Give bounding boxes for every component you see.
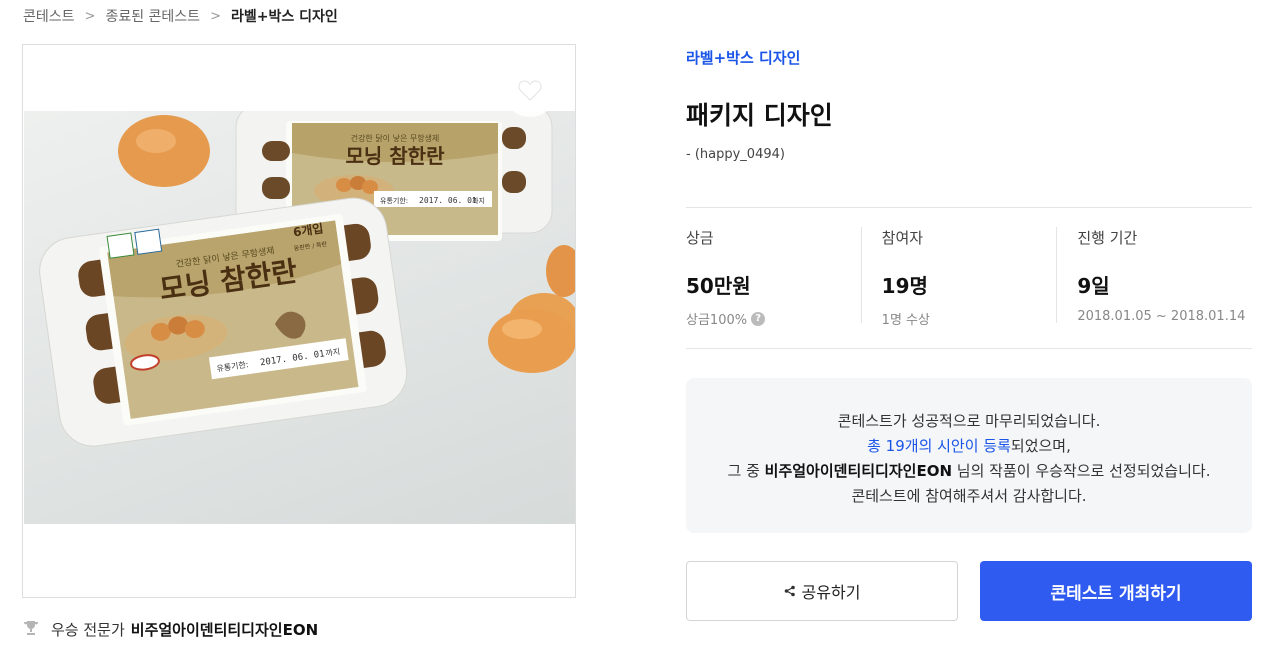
host-contest-button[interactable]: 콘테스트 개최하기 (980, 561, 1252, 621)
svg-text:모닝 참한란: 모닝 참한란 (346, 144, 446, 168)
chevron-right-icon: > (210, 8, 221, 24)
share-button[interactable]: 공유하기 (686, 561, 958, 621)
stat-label: 상금 (686, 229, 714, 247)
breadcrumb-item-contest[interactable]: 콘테스트 (23, 6, 75, 26)
chevron-right-icon: > (84, 8, 96, 24)
winner-prefix: 우승 전문가 (51, 621, 125, 639)
svg-text:까지: 까지 (472, 196, 485, 205)
stat-sub: 상금100% ? (686, 309, 861, 328)
breadcrumb-item-ended[interactable]: 종료된 콘테스트 (105, 6, 200, 26)
notice-line: 콘테스트가 성공적으로 마무리되었습니다. (837, 412, 1101, 430)
contest-result-notice: 콘테스트가 성공적으로 마무리되었습니다. 총 19개의 시안이 등록되었으며,… (686, 378, 1252, 533)
stat-label: 진행 기간 (1077, 229, 1138, 247)
stat-sub: 2018.01.05 ~ 2018.01.14 (1077, 309, 1246, 324)
divider (686, 348, 1252, 349)
contest-stats: 상금 50만원 상금100% ? 참여자 19명 1명 수상 진행 기간 9일 … (686, 227, 1252, 328)
product-photo: 건강한 닭이 낳은 무항생제 모닝 참한란 유통기한: 2017. 06. 01… (24, 111, 575, 524)
category-link[interactable]: 라벨+박스 디자인 (686, 47, 800, 68)
notice-text: 님의 작품이 우승작으로 선정되었습니다. (952, 462, 1211, 480)
winning-design-image[interactable]: 건강한 닭이 낳은 무항생제 모닝 참한란 유통기한: 2017. 06. 01… (22, 44, 576, 598)
stat-prize: 상금 50만원 상금100% ? (686, 227, 861, 328)
stat-value: 9일 (1077, 274, 1110, 298)
winner-name[interactable]: 비주얼아이덴티티디자인EON (131, 619, 318, 640)
notice-winner-name: 비주얼아이덴티티디자인EON (764, 462, 953, 480)
stat-participants: 참여자 19명 1명 수상 (860, 227, 1057, 328)
stat-label: 참여자 (881, 229, 924, 247)
entries-link[interactable]: 총 19개의 시안이 등록 (867, 437, 1011, 455)
notice-text: 되었으며, (1010, 437, 1071, 455)
notice-line: 콘테스트에 참여해주셔서 감사합니다. (851, 487, 1087, 505)
notice-line: 그 중 비주얼아이덴티티디자인EON 님의 작품이 우승작으로 선정되었습니다. (686, 459, 1252, 484)
notice-text: 그 중 (727, 462, 765, 480)
svg-text:2017. 06. 01: 2017. 06. 01 (419, 196, 477, 205)
stat-value: 50만원 (686, 274, 751, 298)
notice-line: 총 19개의 시안이 등록되었으며, (686, 434, 1252, 459)
breadcrumb: 콘테스트 > 종료된 콘테스트 > 라벨+박스 디자인 (23, 6, 338, 26)
contest-author: - (happy_0494) (686, 147, 785, 162)
stat-sub-text: 상금100% (686, 313, 748, 328)
question-icon[interactable]: ? (751, 311, 766, 326)
stat-value: 19명 (881, 274, 928, 298)
heart-icon[interactable] (503, 63, 557, 117)
stat-sub: 1명 수상 (881, 313, 930, 328)
page-title: 패키지 디자인 (686, 101, 833, 130)
svg-text:유통기한:: 유통기한: (380, 196, 408, 205)
winner-info: 우승 전문가 비주얼아이덴티티디자인EON (23, 619, 318, 640)
divider (686, 207, 1252, 208)
breadcrumb-item-current: 라벨+박스 디자인 (230, 9, 338, 25)
stat-duration: 진행 기간 9일 2018.01.05 ~ 2018.01.14 (1056, 227, 1252, 324)
svg-text:건강한 닭이 낳은 무항생제: 건강한 닭이 낳은 무항생제 (351, 133, 440, 143)
share-button-label: 공유하기 (801, 583, 861, 602)
share-icon (784, 585, 796, 597)
trophy-icon (23, 620, 39, 640)
